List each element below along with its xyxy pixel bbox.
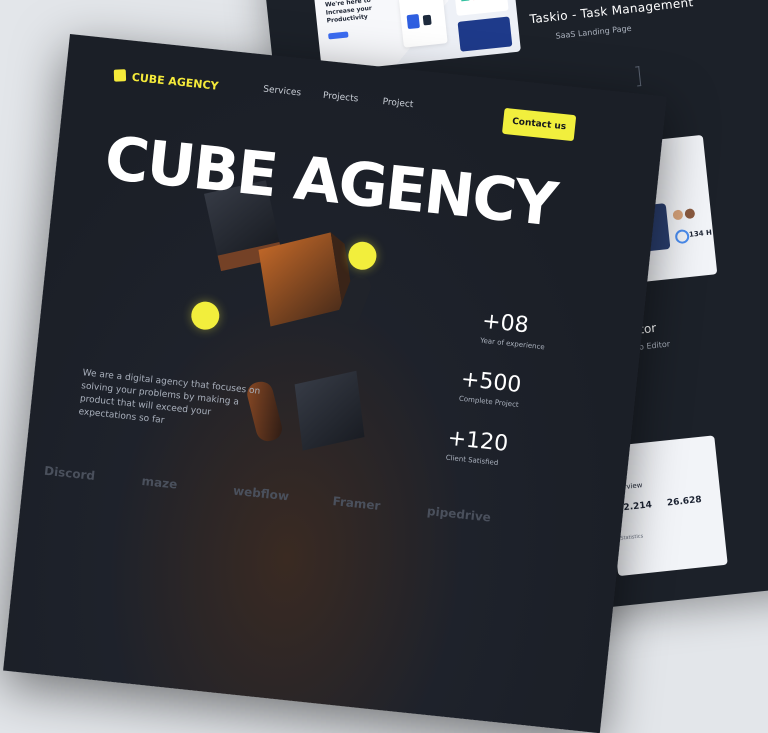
bracket-divider (635, 66, 642, 87)
stat-label-clients: Client Satisfied (445, 453, 499, 468)
contact-button[interactable]: Contact us (501, 107, 577, 142)
cube-logo-icon (113, 69, 127, 82)
stat-label-experience: Year of experience (479, 336, 546, 352)
brand-framer: Framer (331, 494, 382, 513)
brand-pipedrive: pipedrive (426, 503, 492, 525)
avatar (684, 208, 696, 220)
stat-value-2: 26.628 (666, 495, 703, 509)
brand-webflow: webflow (232, 483, 290, 504)
progress-ring (674, 228, 690, 245)
nav-services[interactable]: Services (263, 85, 302, 99)
mini-card (398, 0, 448, 48)
hours-value: 134 H (688, 228, 713, 239)
brand-discord: Discord (43, 463, 96, 483)
front-landing-page: CUBE AGENCY Services Projects Project Co… (3, 34, 667, 733)
logo-text[interactable]: CUBE AGENCY (131, 71, 219, 93)
mini-heading: We're here to Increase your Productivity (324, 0, 373, 25)
avatar (672, 209, 684, 221)
mini-board (453, 0, 509, 16)
stat-value-experience: +08 (480, 308, 530, 339)
mini-button (328, 31, 349, 40)
statistics-label: Statistics (620, 533, 644, 542)
nav-projects[interactable]: Projects (322, 91, 358, 105)
mini-dark-panel (457, 16, 513, 52)
brand-maze: maze (140, 473, 178, 492)
stat-value-clients: +120 (446, 425, 510, 457)
taskio-subtitle: SaaS Landing Page (555, 23, 632, 41)
stat-value-projects: +500 (459, 366, 523, 399)
taskio-preview-thumbnail[interactable]: We're here to Increase your Productivity (313, 0, 521, 73)
taskio-title: Taskio - Task Management (528, 0, 695, 27)
cube-bottom (294, 370, 365, 451)
nav-project[interactable]: Project (382, 97, 414, 110)
